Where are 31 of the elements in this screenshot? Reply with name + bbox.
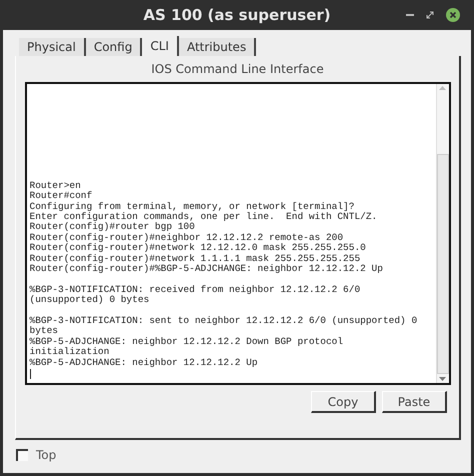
console-line: Enter configuration commands, one per line. End with CNTL/Z.: [30, 212, 378, 222]
console-line: Router(config-router)#%BGP-5-ADJCHANGE: neighbor 12.12.12.2 Up: [30, 264, 384, 274]
terminal-console[interactable]: [24, 82, 450, 385]
console-line: initialization: [30, 347, 110, 358]
window-title: AS 100 (as superuser): [143, 6, 331, 24]
console-line: %BGP-3-NOTIFICATION: sent to neighbor 12.12.12.2 6/0 (unsupported) 0: [30, 316, 418, 326]
console-line: %BGP-3-NOTIFICATION: received from neighbor 12.12.12.2 6/0: [30, 284, 362, 295]
action-button[interactable]: Copy: [311, 391, 376, 413]
console-line: Router>en: [30, 180, 82, 191]
console-line: Configuring from terminal, memory, or network [terminal]?: [30, 202, 354, 212]
console-line: Router(config-router)#neighbor 12.12.12.2 remote-as 200: [30, 232, 344, 243]
maximize-icon[interactable]: [426, 11, 434, 19]
tab[interactable]: Config: [86, 38, 142, 56]
scrollbar[interactable]: [436, 84, 448, 383]
tab[interactable]: Attributes: [178, 38, 256, 56]
console-line: Router(config)#router bgp 100: [30, 222, 196, 233]
console-line: (unsupported) 0 bytes: [30, 295, 150, 306]
console-line: Router(config-router)#network 12.12.12.0 mask 255.255.255.0: [30, 243, 367, 254]
tab[interactable]: Physical: [19, 38, 86, 56]
console-line: bytes: [30, 326, 60, 337]
action-button[interactable]: Paste: [382, 391, 447, 413]
close-icon[interactable]: [446, 8, 460, 22]
minimize-icon[interactable]: [406, 14, 414, 16]
checkbox-label: Top: [36, 448, 56, 462]
console-line: Router(config-router)#network 1.1.1.1 mask 255.255.255.255: [30, 254, 362, 264]
panel-title: IOS Command Line Interface: [151, 62, 324, 76]
console-line: Router#conf: [30, 191, 94, 202]
scrollbar-thumb[interactable]: [436, 154, 448, 374]
checkbox[interactable]: [16, 449, 28, 461]
console-line: %BGP-5-ADJCHANGE: neighbor 12.12.12.2 Down BGP protocol: [30, 336, 344, 347]
console-line: %BGP-5-ADJCHANGE: neighbor 12.12.12.2 Up: [30, 358, 259, 368]
